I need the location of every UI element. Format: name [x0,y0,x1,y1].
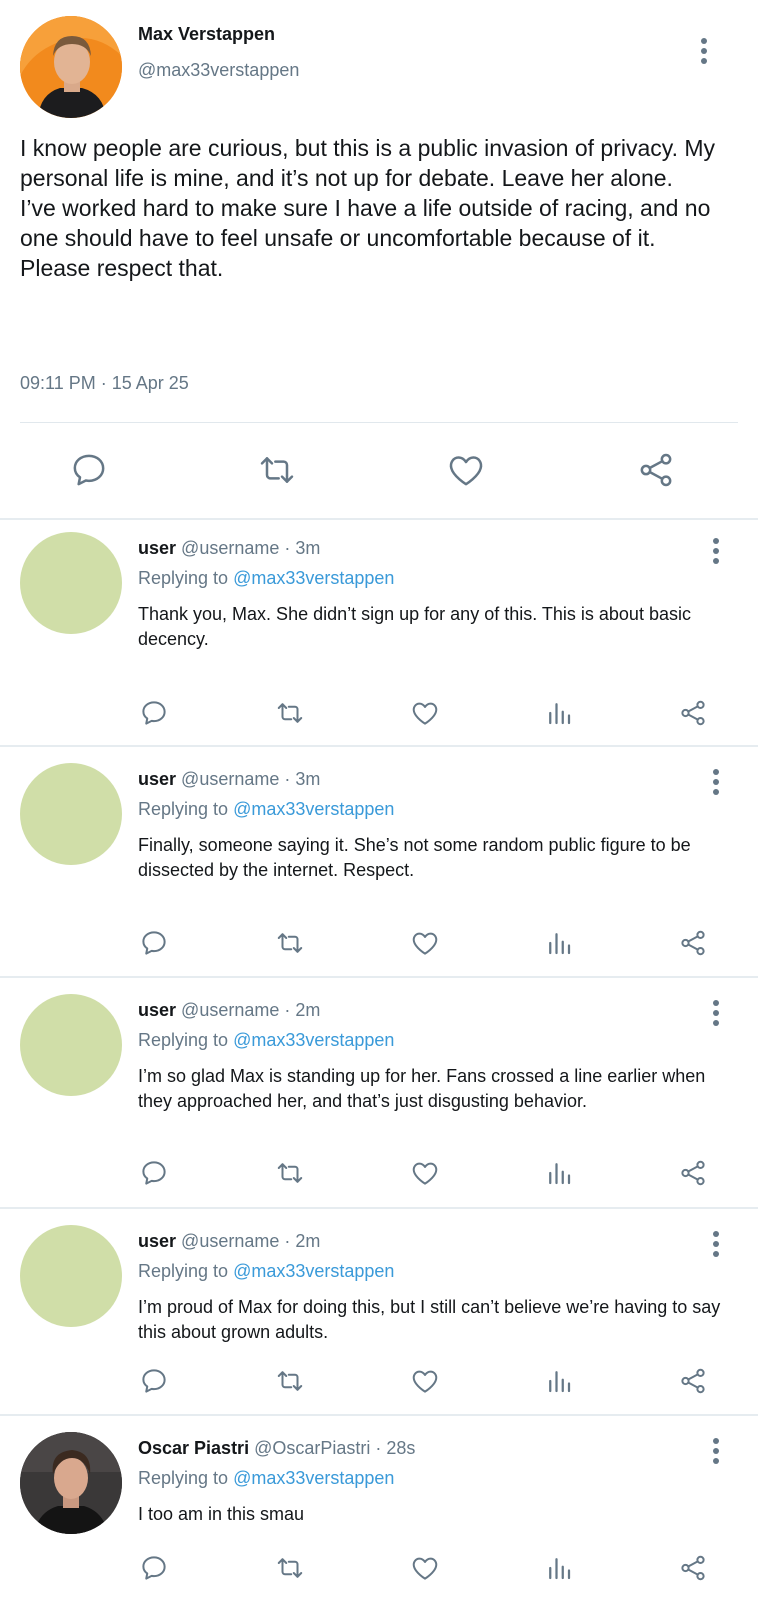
replying-to: Replying to @max33verstappen [138,799,394,820]
replying-to-label: Replying to [138,1030,229,1050]
replying-to: Replying to @max33verstappen [138,568,394,589]
reply-icon[interactable] [137,1156,171,1190]
like-icon[interactable] [444,448,488,492]
mention-link[interactable]: @max33verstappen [233,1468,394,1488]
analytics-icon[interactable] [542,926,576,960]
avatar[interactable] [20,16,122,118]
reply-text: I too am in this smau [138,1504,305,1524]
reply-time: · 3m [284,538,321,558]
reply-icon[interactable] [137,1551,171,1585]
reply-author-name[interactable]: Oscar Piastri [138,1438,249,1458]
reply-author-name[interactable]: user [138,1231,176,1251]
reply-header: Oscar Piastri @OscarPiastri · 28s [138,1438,415,1459]
reply-author-name[interactable]: user [138,769,176,789]
replying-to-label: Replying to [138,1468,229,1488]
replying-to: Replying to @max33verstappen [138,1468,394,1489]
replying-to-label: Replying to [138,799,229,819]
replying-to: Replying to @max33verstappen [138,1261,394,1282]
analytics-icon[interactable] [542,696,576,730]
mention-link[interactable]: @max33verstappen [233,1030,394,1050]
reply-text: I’m proud of Max for doing this, but I s… [138,1297,721,1342]
like-icon[interactable] [408,926,442,960]
like-icon[interactable] [408,1551,442,1585]
profile-photo-icon [20,1432,122,1534]
retweet-icon[interactable] [255,448,299,492]
reply-time: · 2m [284,1000,321,1020]
avatar[interactable] [20,1432,122,1534]
more-options-icon[interactable] [692,36,716,66]
reply-tweet[interactable]: user @username · 2m Replying to @max33ve… [0,978,758,1202]
reply-tweet[interactable]: user @username · 3m Replying to @max33ve… [0,747,758,971]
avatar[interactable] [20,763,122,865]
tweet-line: Please respect that. [20,255,224,281]
analytics-icon[interactable] [542,1156,576,1190]
share-icon[interactable] [676,1156,710,1190]
reply-header: user @username · 3m [138,538,320,559]
retweet-icon[interactable] [273,1364,307,1398]
share-icon[interactable] [676,1551,710,1585]
reply-header: user @username · 2m [138,1000,320,1021]
reply-author-handle[interactable]: @OscarPiastri [254,1438,370,1458]
mention-link[interactable]: @max33verstappen [233,1261,394,1281]
retweet-icon[interactable] [273,696,307,730]
author-handle[interactable]: @max33verstappen [138,60,299,81]
retweet-icon[interactable] [273,926,307,960]
main-tweet: Max Verstappen @max33verstappen I know p… [0,0,758,518]
reply-text: Finally, someone saying it. She’s not so… [138,835,691,880]
replying-to-label: Replying to [138,1261,229,1281]
tweet-line: I know people are curious, but this is a… [20,135,716,191]
avatar[interactable] [20,1225,122,1327]
reply-author-handle[interactable]: @username [181,769,279,789]
mention-link[interactable]: @max33verstappen [233,568,394,588]
replying-to: Replying to @max33verstappen [138,1030,394,1051]
reply-tweet[interactable]: user @username · 2m Replying to @max33ve… [0,1209,758,1414]
more-options-icon[interactable] [704,998,728,1028]
analytics-icon[interactable] [542,1364,576,1398]
like-icon[interactable] [408,1156,442,1190]
retweet-icon[interactable] [273,1551,307,1585]
reply-author-handle[interactable]: @username [181,1231,279,1251]
reply-author-handle[interactable]: @username [181,538,279,558]
like-icon[interactable] [408,696,442,730]
author-name[interactable]: Max Verstappen [138,24,275,45]
tweet-line: I’ve worked hard to make sure I have a l… [20,195,711,251]
tweet-body: I know people are curious, but this is a… [20,133,755,283]
share-icon[interactable] [676,1364,710,1398]
reply-author-name[interactable]: user [138,538,176,558]
reply-header: user @username · 2m [138,1231,320,1252]
reply-icon[interactable] [137,1364,171,1398]
mention-link[interactable]: @max33verstappen [233,799,394,819]
reply-icon[interactable] [137,696,171,730]
reply-time: · 3m [284,769,321,789]
like-icon[interactable] [408,1364,442,1398]
reply-header: user @username · 3m [138,769,320,790]
reply-time: · 28s [375,1438,416,1458]
share-icon[interactable] [676,696,710,730]
reply-tweet[interactable]: Oscar Piastri @OscarPiastri · 28s Replyi… [0,1416,758,1600]
reply-icon[interactable] [67,448,111,492]
avatar[interactable] [20,994,122,1096]
tweet-timestamp: 09:11 PM · 15 Apr 25 [20,373,189,393]
more-options-icon[interactable] [704,536,728,566]
share-icon[interactable] [676,926,710,960]
profile-photo-icon [20,16,122,118]
retweet-icon[interactable] [273,1156,307,1190]
reply-icon[interactable] [137,926,171,960]
reply-tweet[interactable]: user @username · 3m Replying to @max33ve… [0,520,758,744]
analytics-icon[interactable] [542,1551,576,1585]
reply-author-handle[interactable]: @username [181,1000,279,1020]
reply-author-name[interactable]: user [138,1000,176,1020]
more-options-icon[interactable] [704,767,728,797]
reply-text: I’m so glad Max is standing up for her. … [138,1066,706,1111]
reply-text: Thank you, Max. She didn’t sign up for a… [138,604,691,649]
avatar[interactable] [20,532,122,634]
more-options-icon[interactable] [704,1436,728,1466]
divider [20,422,738,423]
more-options-icon[interactable] [704,1229,728,1259]
replying-to-label: Replying to [138,568,229,588]
share-icon[interactable] [634,448,678,492]
reply-time: · 2m [284,1231,321,1251]
